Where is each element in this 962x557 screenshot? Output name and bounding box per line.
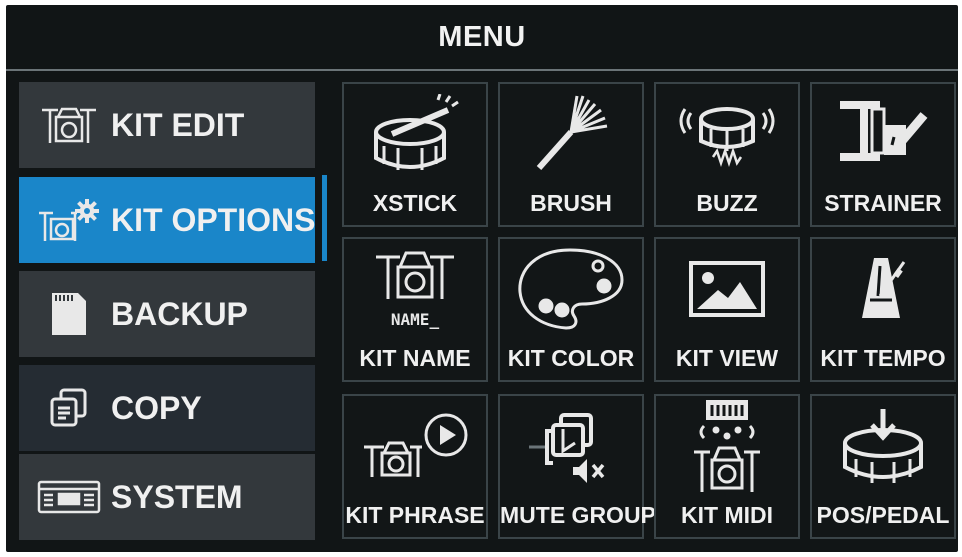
tile-xstick[interactable]: XSTICK [342,82,488,227]
tile-label: KIT PHRASE [345,502,485,528]
title-divider [6,69,958,71]
brush-icon [500,84,642,184]
tile-label: KIT NAME [359,345,471,371]
tile-kit-phrase[interactable]: KIT PHRASE [342,394,488,539]
tile-strainer[interactable]: STRAINER [810,82,956,227]
tile-kit-color[interactable]: KIT COLOR [498,237,644,382]
tile-label: BUZZ [696,190,758,216]
tile-label: KIT MIDI [681,502,773,528]
sidebar-item-kit-options[interactable]: KIT OPTIONS [19,177,315,263]
strainer-icon [812,84,954,184]
snare-stick-icon [344,84,486,184]
sidebar-item-label: KIT EDIT [111,106,245,143]
page-title: MENU [438,20,526,53]
tile-label: BRUSH [530,190,612,216]
tile-kit-midi[interactable]: KIT MIDI [654,394,800,539]
copy-icon [33,381,105,435]
title-bar: MENU [6,5,958,69]
kit-play-icon [344,396,486,496]
drum-kit-icon [33,98,105,152]
tile-pos-pedal[interactable]: POS/PEDAL [810,394,956,539]
mute-group-icon [500,396,642,496]
kit-name-icon: NAME_ [344,239,486,339]
image-icon [656,239,798,339]
buzz-snare-icon [656,84,798,184]
tile-buzz[interactable]: BUZZ [654,82,800,227]
tile-kit-view[interactable]: KIT VIEW [654,237,800,382]
tile-label: KIT COLOR [507,345,635,371]
tile-brush[interactable]: BRUSH [498,82,644,227]
tile-label: POS/PEDAL [816,502,950,528]
sidebar-item-kit-edit[interactable]: KIT EDIT [19,82,315,168]
sidebar-item-label: KIT OPTIONS [111,201,316,238]
kit-midi-icon [656,396,798,496]
drum-kit-gear-icon [33,193,105,247]
tile-mute-group[interactable]: MUTE GROUP [498,394,656,539]
metronome-icon [812,239,954,339]
sidebar-item-label: COPY [111,389,202,426]
tile-label: KIT VIEW [675,345,779,371]
tile-label: MUTE GROUP [500,502,656,528]
module-icon [33,470,105,524]
sidebar-item-backup[interactable]: BACKUP [19,271,315,357]
tile-label: STRAINER [824,190,942,216]
sidebar-item-label: BACKUP [111,295,248,332]
selection-indicator [322,175,327,261]
snare-down-arrow-icon [812,396,954,496]
tile-kit-tempo[interactable]: KIT TEMPO [810,237,956,382]
sidebar-item-system[interactable]: SYSTEM [19,454,315,540]
kit-name-icon-text: NAME_ [391,310,440,329]
sd-card-icon [33,287,105,341]
sidebar-item-copy[interactable]: COPY [19,365,315,451]
sidebar-item-label: SYSTEM [111,478,243,515]
palette-icon [500,239,642,339]
tile-label: KIT TEMPO [820,345,946,371]
tile-label: XSTICK [372,190,458,216]
device-screen: MENU KIT EDIT KIT OPTIONS BACKUP COPY SY… [6,5,958,552]
tile-kit-name[interactable]: NAME_ KIT NAME [342,237,488,382]
